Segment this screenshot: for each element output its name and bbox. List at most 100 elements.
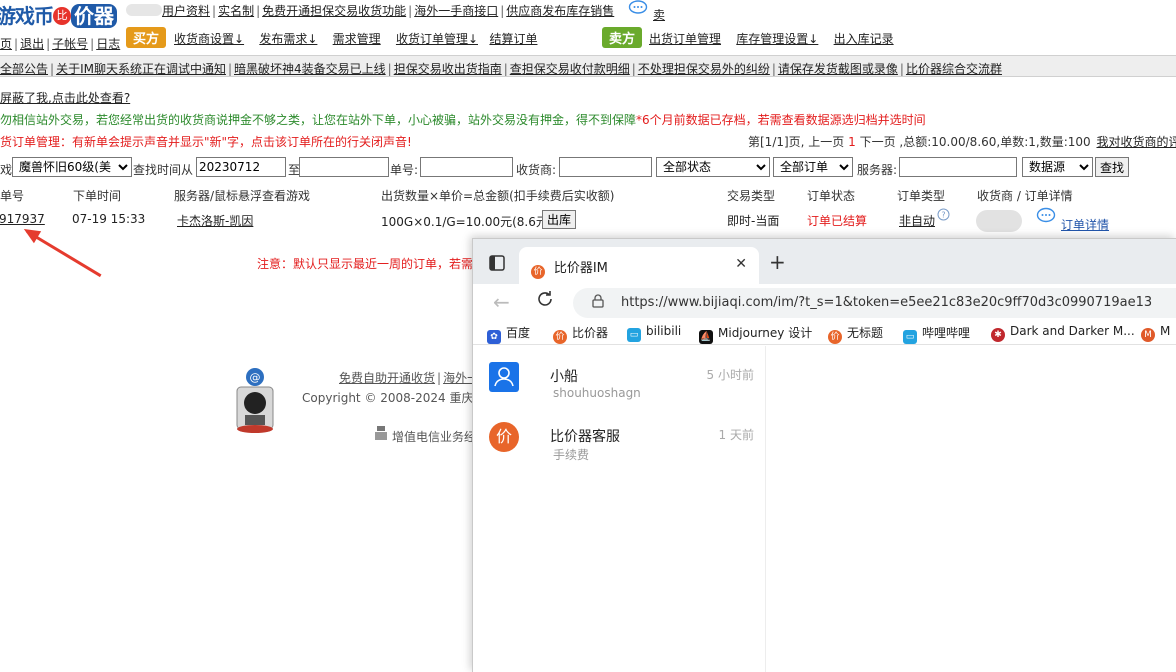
chat-bubble-icon[interactable] [628,0,648,19]
col-status: 订单状态 [807,189,856,203]
order-status: 订单已结算 [807,214,868,228]
notice-disputes[interactable]: 不处理担保交易外的纠纷 [638,62,770,76]
time-from-label: 查找时间从 [133,163,194,177]
link-user-profile[interactable]: 用户资料 [162,4,210,18]
notice-all[interactable]: 全部公告 [0,62,48,76]
help-icon[interactable]: ? [937,208,950,224]
order-type-link[interactable]: 非自动 [899,214,935,228]
game-select[interactable]: 魔兽怀旧60级(美 [12,157,132,177]
pager-prefix: 第[1/1]页, 上一页 [748,135,845,149]
chat-item[interactable]: 价 比价器客服 手续费 1 天前 [473,414,766,474]
time-from-input[interactable] [196,157,286,177]
bookmark-bijiaqi[interactable]: 价比价器 [553,324,608,344]
icp-text: 增值电信业务经 [392,430,477,444]
notice-bar: 全部公告 | 关于IM聊天系统正在调试中通知 | 暗黑破坏神4装备交易已上线 | 担保交易收… [0,55,1176,77]
notice-save-screenshot[interactable]: 请保存发货截图或录像 [778,62,898,76]
source-select[interactable]: 数据源 [1022,157,1093,177]
bookmark-midjourney[interactable]: ⛵ Midjourney 设计 [699,324,812,344]
menu-stock-settings[interactable]: 库存管理设置↓ [736,32,818,46]
user-avatar-icon [489,362,519,392]
buyer-label: 收货商: [516,163,557,177]
col-server: 服务器/鼠标悬浮查看游戏 [174,189,311,203]
link-my-ratings[interactable]: 我对收货商的评价 [1096,135,1176,149]
seller-menu: 出货订单管理 库存管理设置↓ 出入库记录 [649,30,894,47]
order-number-link[interactable]: 917937 [0,212,45,226]
bookmark-baidu[interactable]: ✿ 百度 [487,324,530,344]
pager-suffix: 下一页 ,总额:10.00/8.60,单数:1,数量:100 [859,135,1091,149]
site-logo[interactable]: 游戏币比价器 [0,0,118,32]
new-tab-icon[interactable]: + [769,250,786,274]
reload-icon[interactable] [535,289,555,312]
link-supplier-stock[interactable]: 供应商发布库存销售 [506,4,614,18]
menu-stock-records[interactable]: 出入库记录 [834,32,894,46]
tab-close-icon[interactable]: ✕ [735,256,747,272]
notice-escrow-guide[interactable]: 担保交易收出货指南 [394,62,502,76]
link-real-name[interactable]: 实名制 [218,4,254,18]
tab-actions-icon[interactable] [489,255,505,274]
link-logout[interactable]: 退出 [20,37,44,51]
link-sell-top[interactable]: 卖 [653,8,665,22]
link-open-escrow[interactable]: 免费开通担保交易收货功能 [262,4,406,18]
bookmark-bilibili[interactable]: ▭ bilibili [627,324,681,342]
notice-diablo4[interactable]: 暗黑破坏神4装备交易已上线 [234,62,386,76]
menu-buy-orders[interactable]: 收货订单管理↓ [396,32,478,46]
tab-title: 比价器IM [553,261,608,276]
tab-bijiaqi-im[interactable]: 价 比价器IM ✕ [519,247,759,284]
status-select[interactable]: 全部状态 [656,157,770,177]
chat-item[interactable]: 小船 shouhuoshagn 5 小时前 [473,354,766,414]
bookmark-untitled[interactable]: 价无标题 [828,324,883,344]
annotation-arrow [26,230,102,278]
col-trade-type: 交易类型 [727,189,776,203]
buyer-input[interactable] [559,157,652,177]
col-buyer-detail: 收货商 / 订单详情 [977,189,1073,203]
chat-bubble-icon[interactable] [1036,207,1056,227]
dark-and-darker-icon: ✱ [991,328,1005,342]
server-link[interactable]: 卡杰洛斯-凯因 [177,214,253,228]
bookmark-m[interactable]: MM [1141,324,1170,342]
bijiaqi-icon: 价 [828,330,842,344]
bookmark-bilibili-2[interactable]: ▭ 哔哩哔哩 [903,324,970,344]
order-no-input[interactable] [420,157,513,177]
back-arrow-icon[interactable]: ← [493,290,510,314]
time-to-input[interactable] [299,157,389,177]
buyer-tag: 买方 [126,27,167,48]
midjourney-sail-icon: ⛵ [699,330,713,344]
notice-im-debug[interactable]: 关于IM聊天系统正在调试中通知 [56,62,226,76]
bijiaqi-favicon-icon: 价 [531,265,545,279]
link-blocked-me[interactable]: 屏蔽了我,点击此处查看? [0,91,130,105]
chat-preview: 手续费 [553,448,590,462]
sound-notice: 货订单管理：有新单会提示声音并显示"新"字，点击该订单所在的行关闭声音! [0,135,412,149]
copyright: Copyright © 2008-2024 重庆 [302,391,474,405]
notice-payment-details[interactable]: 查担保交易收付款明细 [510,62,630,76]
link-overseas-api[interactable]: 海外一手商接口 [414,4,498,18]
menu-post-demand[interactable]: 发布需求↓ [259,32,317,46]
col-time: 下单时间 [73,189,122,203]
order-detail-link[interactable]: 订单详情 [1061,218,1109,232]
service-avatar-icon: 价 [489,422,519,452]
footer-links: 免费自助开通收货 | 海外一 [339,371,480,385]
icp-badge-icon [375,426,387,440]
order-time: 07-19 15:33 [72,212,146,226]
pager-current: 1 [848,135,856,149]
link-log[interactable]: 日志 [96,37,120,51]
order-type-select[interactable]: 全部订单 [773,157,853,177]
link-home[interactable]: 页 [0,37,12,51]
menu-sell-orders[interactable]: 出货订单管理 [649,32,721,46]
notice-group[interactable]: 比价器综合交流群 [906,62,1002,76]
ship-button[interactable]: 出库 [542,210,577,229]
menu-settle-orders[interactable]: 结算订单 [489,32,537,46]
bookmark-dark-and-darker[interactable]: ✱ Dark and Darker M... [991,324,1135,342]
server-input[interactable] [899,157,1017,177]
search-button[interactable]: 查找 [1095,157,1130,177]
link-sub-account[interactable]: 子帐号 [52,37,88,51]
browser-window: 价 比价器IM ✕ + ← https://www.bijiaqi.com/im… [472,238,1176,672]
server-label: 服务器: [857,163,898,177]
chat-name: 小船 [550,369,578,385]
trade-type: 即时-当面 [727,214,780,228]
menu-buyer-settings[interactable]: 收货商设置↓ [174,32,244,46]
footer-link-open-receive[interactable]: 免费自助开通收货 [339,371,435,385]
address-bar[interactable]: https://www.bijiaqi.com/im/?t_s=1&token=… [573,288,1176,318]
police-badge-icon[interactable]: @ [233,367,277,435]
menu-demand-manage[interactable]: 需求管理 [333,32,381,46]
chat-list: 小船 shouhuoshagn 5 小时前 价 比价器客服 手续费 1 天前 [473,346,766,672]
